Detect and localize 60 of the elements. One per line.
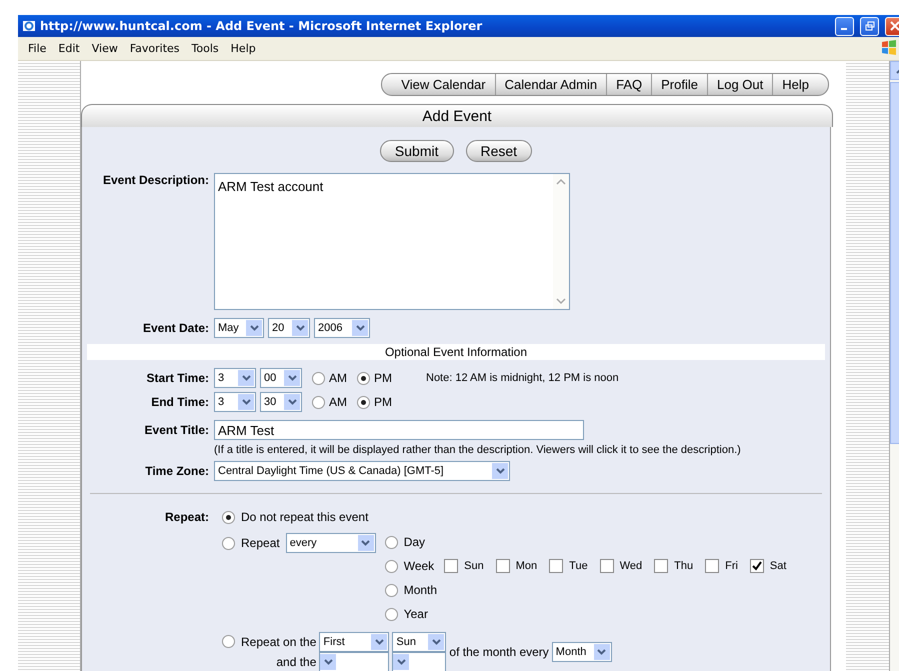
radio-label: Year bbox=[404, 607, 428, 621]
dropdown[interactable]: 3 bbox=[214, 392, 256, 412]
field-label: End Time: bbox=[150, 395, 209, 409]
menu-item[interactable]: Edit bbox=[52, 42, 86, 55]
field-label: Event Description: bbox=[102, 173, 209, 187]
radio-label: Repeat on the bbox=[241, 635, 316, 649]
nav-tab[interactable]: Profile bbox=[651, 74, 707, 95]
dropdown[interactable]: 20 bbox=[268, 318, 310, 338]
nav-tab[interactable]: View Calendar bbox=[392, 74, 495, 95]
field-label: Repeat: bbox=[164, 510, 209, 524]
dropdown[interactable]: Central Daylight Time (US & Canada) [GMT-5] bbox=[214, 461, 510, 481]
dropdown[interactable]: 00 bbox=[260, 368, 302, 388]
radio-label: AM bbox=[329, 371, 347, 385]
hint-text: (If a title is entered, it will be displayed rather than the description. Viewers will click it to see the description.) bbox=[214, 444, 742, 456]
checkbox-label: Fri bbox=[725, 560, 738, 572]
field-label: Event Date: bbox=[142, 321, 209, 335]
radio-label: Week bbox=[404, 559, 434, 573]
dropdown[interactable]: May bbox=[214, 318, 264, 338]
repeat-text: and the bbox=[275, 655, 316, 669]
field-label: Event Title: bbox=[144, 423, 209, 437]
menu-item[interactable]: View bbox=[86, 42, 124, 55]
dropdown[interactable]: 2006 bbox=[314, 318, 370, 338]
checkbox-label: Thu bbox=[674, 560, 694, 572]
radio-label: Month bbox=[404, 583, 438, 597]
repeat-text: of the month every bbox=[449, 645, 549, 659]
dropdown[interactable]: Sun bbox=[392, 632, 446, 652]
checkbox-label: Tue bbox=[569, 560, 588, 572]
title-field[interactable]: ARM Test bbox=[214, 420, 584, 440]
window-title: http://www.huntcal.com - Add Event - Microsoft Internet Explorer bbox=[40, 19, 484, 33]
checkbox-label: Sun bbox=[464, 560, 484, 572]
dropdown[interactable]: 30 bbox=[260, 392, 302, 412]
menu-item[interactable]: File bbox=[22, 42, 52, 55]
nav-tab[interactable]: FAQ bbox=[606, 74, 652, 95]
description-field[interactable]: ARM Test account bbox=[214, 173, 570, 310]
radio-label: AM bbox=[329, 395, 347, 409]
radio-label: Day bbox=[404, 535, 426, 549]
submit-button[interactable]: Submit bbox=[380, 140, 454, 162]
field-label: Time Zone: bbox=[144, 464, 209, 478]
dropdown[interactable]: Month bbox=[552, 642, 612, 662]
menu-item[interactable]: Favorites bbox=[124, 42, 186, 55]
radio-label: PM bbox=[374, 395, 392, 409]
dropdown[interactable]: every bbox=[286, 533, 376, 553]
nav-tab[interactable]: Log Out bbox=[706, 74, 772, 95]
section-heading: Optional Event Information bbox=[87, 344, 825, 360]
radio-label: Do not repeat this event bbox=[241, 510, 368, 524]
note-text: Note: 12 AM is midnight, 12 PM is noon bbox=[426, 372, 619, 384]
checkbox-label: Sat bbox=[770, 560, 786, 572]
radio-label: PM bbox=[374, 371, 392, 385]
dropdown[interactable]: First bbox=[319, 632, 390, 652]
checkbox-label: Wed bbox=[620, 560, 642, 572]
radio-label: Repeat bbox=[241, 536, 280, 550]
nav-tab[interactable]: Help bbox=[772, 74, 818, 95]
nav-tab[interactable]: Calendar Admin bbox=[494, 74, 606, 95]
reset-button[interactable]: Reset bbox=[466, 140, 532, 162]
field-label: Start Time: bbox=[146, 371, 209, 385]
page-title-bar: Add Event bbox=[81, 104, 833, 127]
dropdown[interactable]: 3 bbox=[214, 368, 256, 388]
checkbox-label: Mon bbox=[516, 560, 538, 572]
menu-item[interactable]: Tools bbox=[186, 42, 225, 55]
menu-item[interactable]: Help bbox=[224, 42, 262, 55]
